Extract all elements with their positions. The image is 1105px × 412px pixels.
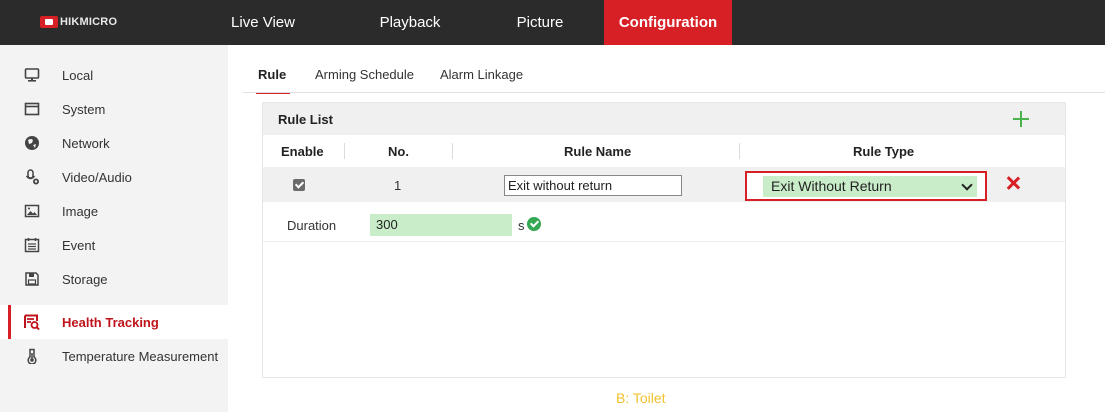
top-navigation-bar: HIKMICRO Live View Playback Picture Conf… <box>0 0 1105 45</box>
rule-list-header: Rule List <box>263 103 1065 135</box>
globe-icon <box>24 135 40 151</box>
column-divider <box>739 143 740 159</box>
nav-playback[interactable]: Playback <box>370 0 450 45</box>
add-rule-button[interactable] <box>1011 109 1031 129</box>
floppy-disk-icon <box>24 271 40 287</box>
sidebar-item-label: System <box>62 101 106 117</box>
image-caption: B: Toilet <box>616 390 666 406</box>
tab-arming-schedule[interactable]: Arming Schedule <box>315 67 414 82</box>
nav-configuration[interactable]: Configuration <box>604 0 732 45</box>
duration-label: Duration <box>287 218 337 233</box>
rule-type-highlight: Exit Without Return <box>745 171 987 201</box>
duration-unit: s <box>518 218 525 233</box>
sidebar-item-image[interactable]: Image <box>0 194 228 228</box>
sidebar-item-label: Health Tracking <box>62 314 159 330</box>
table-header-row: Enable No. Rule Name Rule Type <box>263 135 1065 167</box>
sidebar-item-label: Image <box>62 203 99 219</box>
image-icon <box>24 203 40 219</box>
logo-text: HIKMICRO <box>60 16 118 28</box>
sidebar-item-label: Event <box>62 237 96 253</box>
sidebar-item-storage[interactable]: Storage <box>0 262 228 296</box>
thermometer-icon <box>24 348 40 364</box>
monitor-icon <box>24 67 40 83</box>
brand-logo: HIKMICRO <box>40 13 117 31</box>
sidebar-item-label: Storage <box>62 271 108 287</box>
column-divider <box>344 143 345 159</box>
rule-number: 1 <box>394 178 402 193</box>
sidebar-item-label: Video/Audio <box>62 169 132 185</box>
sidebar-item-system[interactable]: System <box>0 92 228 126</box>
column-header-rule-name: Rule Name <box>564 144 632 159</box>
window-icon <box>24 101 40 117</box>
duration-input[interactable]: 300 <box>370 214 512 236</box>
tab-alarm-linkage[interactable]: Alarm Linkage <box>440 67 523 82</box>
rule-type-select[interactable]: Exit Without Return <box>763 176 977 197</box>
chevron-down-icon <box>961 179 973 191</box>
rule-list-panel: Rule List Enable No. Rule Name Rule Type… <box>262 102 1066 378</box>
health-tracking-icon <box>24 314 40 330</box>
calendar-icon <box>24 237 40 253</box>
sidebar-item-local[interactable]: Local <box>0 58 228 92</box>
sidebar-item-video-audio[interactable]: Video/Audio <box>0 160 228 194</box>
subtabs-divider <box>243 92 1105 93</box>
sidebar-item-temperature-measurement[interactable]: Temperature Measurement <box>0 339 228 373</box>
sidebar-item-event[interactable]: Event <box>0 228 228 262</box>
tab-rule[interactable]: Rule <box>255 67 291 94</box>
sidebar-item-label: Network <box>62 135 110 151</box>
microphone-icon <box>24 169 40 185</box>
rule-name-input[interactable]: Exit without return <box>504 175 682 196</box>
nav-live-view[interactable]: Live View <box>230 0 296 45</box>
column-header-rule-type: Rule Type <box>853 144 915 159</box>
logo-mark-icon <box>40 16 58 28</box>
column-divider <box>452 143 453 159</box>
nav-picture[interactable]: Picture <box>505 0 575 45</box>
table-row: 1 Exit without return Exit Without Retur… <box>263 167 1065 202</box>
delete-rule-icon[interactable] <box>1006 176 1020 190</box>
config-subtabs: Rule Arming Schedule Alarm Linkage <box>243 45 1105 95</box>
check-circle-icon <box>527 217 541 231</box>
sidebar-item-network[interactable]: Network <box>0 126 228 160</box>
sidebar-item-health-tracking[interactable]: Health Tracking <box>0 305 228 339</box>
rule-list-title: Rule List <box>278 112 333 127</box>
duration-row: Duration 300 s <box>263 207 1065 242</box>
rule-type-value: Exit Without Return <box>771 178 892 194</box>
sidebar-item-label: Local <box>62 67 94 83</box>
column-header-enable: Enable <box>281 144 324 159</box>
sidebar-item-label: Temperature Measurement <box>62 348 219 364</box>
column-header-no: No. <box>388 144 409 159</box>
enable-checkbox[interactable] <box>293 179 305 191</box>
sidebar: Local System Network Video/Audio Image E… <box>0 45 228 412</box>
